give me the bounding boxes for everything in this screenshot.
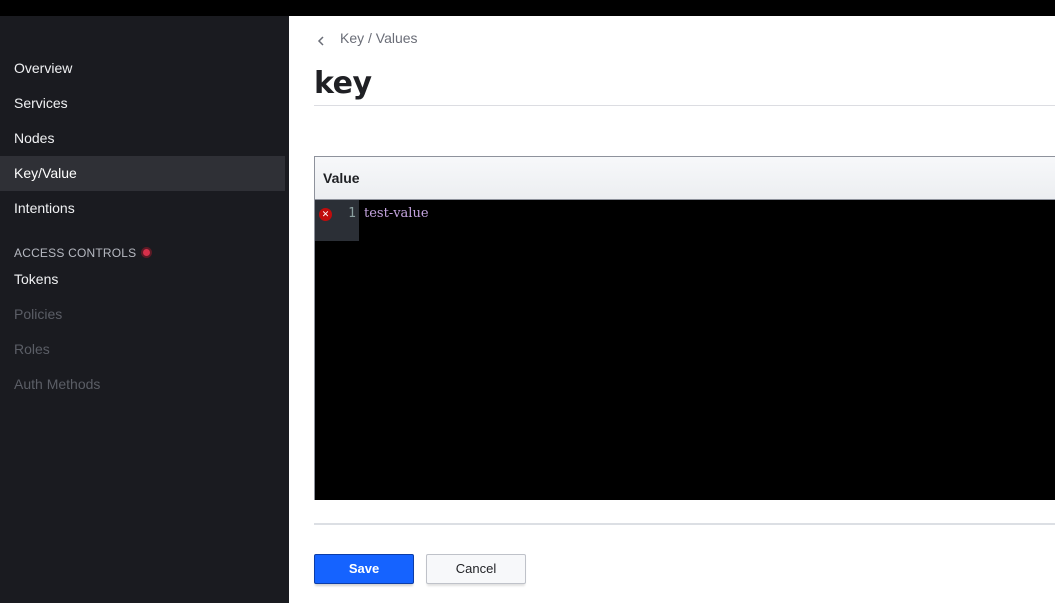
editor-gutter: ✕ 1 [315,200,359,241]
sidebar-item-roles[interactable]: Roles [0,332,285,367]
editor-header: Value [315,157,1055,200]
sidebar: Overview Services Nodes Key/Value Intent… [0,16,289,603]
code-line[interactable]: test-value [364,206,429,221]
save-button[interactable]: Save [314,554,414,584]
sidebar-item-intentions[interactable]: Intentions [0,191,285,226]
line-number: 1 [348,206,356,221]
sidebar-item-auth-methods[interactable]: Auth Methods [0,367,285,402]
sidebar-item-overview[interactable]: Overview [0,51,285,86]
code-editor[interactable]: ✕ 1 test-value [315,200,1055,500]
sidebar-item-tokens[interactable]: Tokens [0,262,285,297]
chevron-left-icon[interactable] [316,33,326,46]
access-controls-section: ACCESS CONTROLS [0,226,289,262]
value-editor: Value ✕ 1 test-value [314,156,1055,500]
breadcrumb-link-key-values[interactable]: Key / Values [340,30,418,46]
alert-dot-icon [141,247,153,258]
top-bar [0,0,1055,16]
sidebar-item-services[interactable]: Services [0,86,285,121]
form-divider [314,523,1055,525]
page-title: key [314,66,372,101]
sidebar-item-policies[interactable]: Policies [0,297,285,332]
sidebar-item-nodes[interactable]: Nodes [0,121,285,156]
access-controls-heading: ACCESS CONTROLS [14,245,137,260]
error-x-icon: ✕ [319,208,332,221]
cancel-button[interactable]: Cancel [426,554,526,584]
breadcrumb: Key / Values [316,30,418,46]
main-content: Key / Values key Value ✕ 1 test-value Sa… [289,16,1055,603]
title-divider [314,105,1055,106]
sidebar-item-key-value[interactable]: Key/Value [0,156,285,191]
sidebar-nav: Overview Services Nodes Key/Value Intent… [0,51,289,402]
